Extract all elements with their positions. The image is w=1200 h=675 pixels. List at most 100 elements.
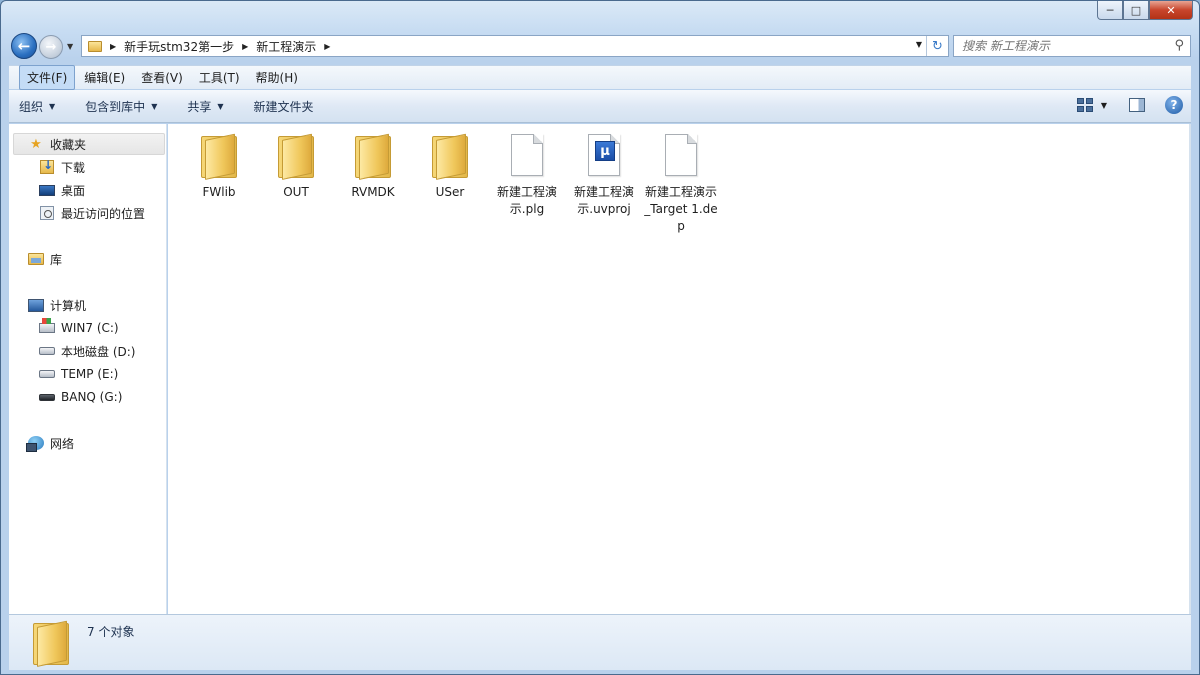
content-border (1189, 124, 1191, 614)
downloads-icon (40, 158, 54, 174)
file-name: FWlib (202, 185, 236, 199)
folder-icon (88, 40, 102, 52)
nav-label: 收藏夹 (50, 137, 87, 152)
file-item[interactable]: 新建工程演示.plg (490, 132, 564, 218)
nav-label: 本地磁盘 (D:) (61, 344, 136, 359)
search-input[interactable] (962, 39, 1162, 53)
preview-pane-icon[interactable] (1129, 98, 1145, 112)
maximize-button[interactable]: □ (1123, 1, 1149, 20)
share-button[interactable]: 共享 ▼ (187, 98, 223, 115)
new-folder-label: 新建文件夹 (253, 99, 314, 114)
chevron-down-icon: ▼ (49, 101, 56, 111)
file-item[interactable]: μ 新建工程演示.uvproj (567, 132, 641, 218)
minimize-button[interactable]: ─ (1097, 1, 1123, 20)
help-icon[interactable]: ? (1165, 96, 1183, 114)
share-label: 共享 (187, 99, 212, 114)
nav-favorites[interactable]: ★ 收藏夹 (13, 133, 165, 155)
folder-icon (27, 619, 71, 667)
search-box[interactable]: ⚲ (953, 35, 1191, 57)
nav-drive-c[interactable]: WIN7 (C:) (39, 317, 119, 339)
folder-icon (195, 132, 243, 180)
nav-drive-d[interactable]: 本地磁盘 (D:) (39, 340, 135, 362)
uvision-project-icon: μ (580, 132, 628, 180)
nav-label: 库 (50, 252, 63, 267)
file-item[interactable]: USer (413, 132, 487, 201)
item-count: 7 个对象 (87, 625, 135, 639)
file-item[interactable]: 新建工程演示_Target 1.dep (644, 132, 718, 235)
search-icon[interactable]: ⚲ (1174, 38, 1184, 53)
file-item[interactable]: RVMDK (336, 132, 410, 201)
libraries-icon (28, 253, 44, 265)
menu-tools[interactable]: 工具(T) (192, 66, 247, 89)
chevron-down-icon: ▼ (151, 101, 158, 111)
close-button[interactable]: ✕ (1149, 1, 1193, 20)
organize-label: 组织 (19, 99, 44, 114)
usb-drive-icon (39, 393, 55, 401)
folder-icon (426, 132, 474, 180)
hard-drive-icon (39, 370, 55, 378)
command-bar: 组织 ▼ 包含到库中 ▼ 共享 ▼ 新建文件夹 ▼ ? (9, 90, 1191, 123)
forward-button[interactable]: → (39, 35, 63, 59)
folder-icon (349, 132, 397, 180)
new-folder-button[interactable]: 新建文件夹 (254, 98, 314, 115)
menu-file[interactable]: 文件(F) (19, 65, 76, 90)
command-bar-right: ▼ ? (1076, 96, 1183, 114)
nav-label: TEMP (E:) (61, 367, 119, 381)
menu-help[interactable]: 帮助(H) (249, 66, 305, 89)
system-drive-icon (39, 318, 55, 333)
computer-icon (28, 298, 44, 312)
menu-view[interactable]: 查看(V) (134, 66, 190, 89)
chevron-down-icon[interactable]: ▼ (1101, 101, 1107, 110)
menu-edit[interactable]: 编辑(E) (77, 66, 132, 89)
navigation-pane: ★ 收藏夹 下载 桌面 最近访问的位置 库 计算机 WIN7 (C:) (9, 124, 167, 614)
nav-downloads[interactable]: 下载 (39, 156, 85, 178)
nav-label: 下载 (61, 160, 86, 175)
breadcrumb-arrow-icon[interactable]: ▶ (110, 42, 116, 51)
nav-computer[interactable]: 计算机 (28, 294, 86, 316)
nav-label: 最近访问的位置 (61, 206, 146, 221)
address-dropdown-icon[interactable]: ▼ (916, 40, 922, 49)
nav-label: 计算机 (50, 298, 87, 313)
document-icon (503, 132, 551, 180)
file-name: 新建工程演示.plg (496, 185, 557, 216)
breadcrumb-item[interactable]: 新工程演示 (256, 38, 316, 55)
organize-button[interactable]: 组织 ▼ (19, 98, 55, 115)
recent-pages-dropdown[interactable]: ▼ (67, 42, 73, 51)
back-button[interactable]: ← (11, 33, 37, 59)
nav-label: WIN7 (C:) (61, 321, 119, 335)
details-pane: 7 个对象 (9, 614, 1191, 670)
file-list: FWlib OUT RVMDK USer 新建工程演示.plg μ 新建工程演示… (168, 124, 1191, 614)
nav-recent-places[interactable]: 最近访问的位置 (39, 202, 145, 224)
file-name: 新建工程演示_Target 1.dep (644, 185, 718, 233)
nav-libraries[interactable]: 库 (28, 248, 62, 270)
file-name: RVMDK (351, 185, 395, 199)
file-item[interactable]: OUT (259, 132, 333, 201)
breadcrumb-arrow-icon[interactable]: ▶ (324, 42, 330, 51)
change-view-icon[interactable] (1076, 98, 1093, 112)
desktop-icon (39, 184, 55, 196)
document-icon (657, 132, 705, 180)
recent-places-icon (40, 206, 54, 220)
file-name: OUT (283, 185, 309, 199)
include-in-library-button[interactable]: 包含到库中 ▼ (85, 98, 157, 115)
nav-drive-e[interactable]: TEMP (E:) (39, 363, 118, 385)
caption-buttons: ─ □ ✕ (1097, 1, 1193, 21)
breadcrumb-item[interactable]: 新手玩stm32第一步 (124, 38, 234, 55)
refresh-icon[interactable]: ↻ (926, 36, 948, 56)
file-name: USer (435, 185, 465, 199)
nav-desktop[interactable]: 桌面 (39, 179, 85, 201)
file-item[interactable]: FWlib (182, 132, 256, 201)
breadcrumb-arrow-icon[interactable]: ▶ (242, 42, 248, 51)
nav-label: BANQ (G:) (61, 390, 123, 404)
chevron-down-icon: ▼ (217, 101, 224, 111)
star-icon: ★ (30, 136, 42, 152)
nav-drive-g[interactable]: BANQ (G:) (39, 386, 122, 408)
network-icon (26, 436, 44, 452)
explorer-window: ─ □ ✕ ← → ▼ ▶ 新手玩stm32第一步 ▶ 新工程演示 ▶ ▼ ↻ … (0, 0, 1200, 675)
address-row: ← → ▼ ▶ 新手玩stm32第一步 ▶ 新工程演示 ▶ ▼ ↻ ⚲ (9, 31, 1191, 61)
nav-network[interactable]: 网络 (26, 432, 74, 454)
nav-label: 桌面 (61, 183, 86, 198)
menu-bar: 文件(F) 编辑(E) 查看(V) 工具(T) 帮助(H) (9, 65, 1191, 90)
folder-icon (272, 132, 320, 180)
address-bar[interactable]: ▶ 新手玩stm32第一步 ▶ 新工程演示 ▶ ▼ ↻ (81, 35, 949, 57)
